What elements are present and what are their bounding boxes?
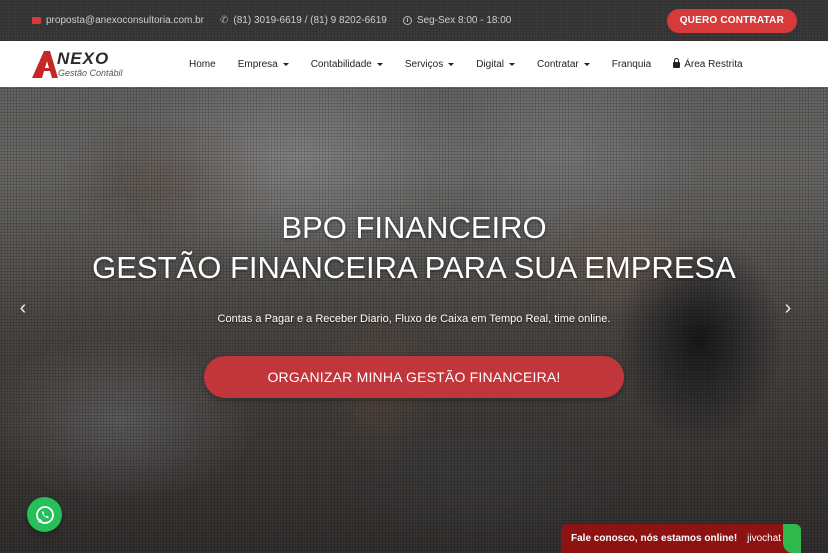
nav-item-servicos[interactable]: Serviços	[404, 58, 455, 70]
nav-item-label: Franquia	[611, 58, 652, 70]
caret-down-icon	[376, 62, 383, 66]
nav-item-label: Empresa	[237, 58, 278, 70]
nav-item-home[interactable]: Home	[189, 59, 216, 70]
top-info-bar: proposta@anexoconsultoria.com.br ✆ (81) …	[0, 0, 828, 41]
nav-item-franquia[interactable]: Franquia	[612, 59, 651, 70]
hero-headline-line1: BPO FINANCEIRO	[281, 210, 547, 245]
caret-down-icon	[448, 62, 455, 66]
carousel-prev-arrow-icon[interactable]: ‹	[13, 298, 33, 318]
nav-item-label: Digital	[476, 58, 505, 70]
nav-menu: Home Empresa Contabilidade Serviços Digi…	[178, 41, 754, 87]
nav-item-label: Home	[189, 58, 216, 70]
nav-item-label: Serviços	[404, 58, 444, 70]
carousel-next-arrow-icon[interactable]: ›	[778, 298, 798, 318]
hours-info: Seg-Sex 8:00 - 18:00	[402, 15, 512, 26]
lock-icon	[673, 58, 681, 68]
caret-down-icon	[282, 62, 289, 66]
hero-headline-line2: GESTÃO FINANCEIRA PARA SUA EMPRESA	[92, 250, 736, 285]
email-text[interactable]: proposta@anexoconsultoria.com.br	[46, 15, 204, 26]
contact-info: proposta@anexoconsultoria.com.br ✆ (81) …	[32, 15, 527, 26]
caret-down-icon	[509, 62, 516, 66]
whatsapp-button[interactable]	[27, 497, 62, 532]
chat-brand: jivochat	[747, 533, 782, 544]
hero-subtitle: Contas a Pagar e a Receber Diario, Fluxo…	[217, 313, 611, 325]
main-navbar: NEXO Gestão Contábil Home Empresa Contab…	[0, 41, 828, 87]
nav-item-label: Área Restrita	[684, 58, 743, 70]
phone-icon: ✆	[220, 14, 229, 26]
clock-icon	[402, 16, 412, 25]
chat-message: Fale conosco, nós estamos online!	[571, 533, 738, 544]
hours-text: Seg-Sex 8:00 - 18:00	[416, 15, 512, 26]
chat-status-badge	[783, 524, 801, 553]
anexo-logo[interactable]: NEXO Gestão Contábil	[30, 47, 130, 81]
nav-item-contabilidade[interactable]: Contabilidade	[311, 59, 383, 70]
nav-item-area-restrita[interactable]: Área Restrita	[673, 58, 743, 70]
nav-item-label: Contratar	[537, 58, 579, 70]
logo-tagline: Gestão Contábil	[58, 68, 123, 78]
quero-contratar-button[interactable]: QUERO CONTRATAR	[666, 9, 797, 33]
whatsapp-icon	[35, 505, 54, 524]
organizar-gestao-button[interactable]: ORGANIZAR MINHA GESTÃO FINANCEIRA!	[204, 356, 624, 398]
jivochat-widget[interactable]: Fale conosco, nós estamos online! jivoch…	[561, 524, 801, 553]
phone-text[interactable]: (81) 3019-6619 / (81) 9 8202-6619	[233, 15, 386, 26]
caret-down-icon	[583, 62, 590, 66]
nav-item-digital[interactable]: Digital	[476, 58, 516, 70]
logo-a-mark-icon	[32, 51, 58, 78]
logo-name: NEXO	[57, 49, 110, 68]
nav-item-contratar[interactable]: Contratar	[537, 59, 590, 70]
phone-info[interactable]: ✆ (81) 3019-6619 / (81) 9 8202-6619	[220, 15, 387, 26]
nav-item-label: Contabilidade	[310, 58, 372, 70]
hero-headline: BPO FINANCEIRO GESTÃO FINANCEIRA PARA SU…	[0, 208, 828, 288]
envelope-icon	[32, 17, 41, 24]
nav-item-empresa[interactable]: Empresa	[238, 59, 289, 70]
email-info[interactable]: proposta@anexoconsultoria.com.br	[32, 15, 204, 26]
